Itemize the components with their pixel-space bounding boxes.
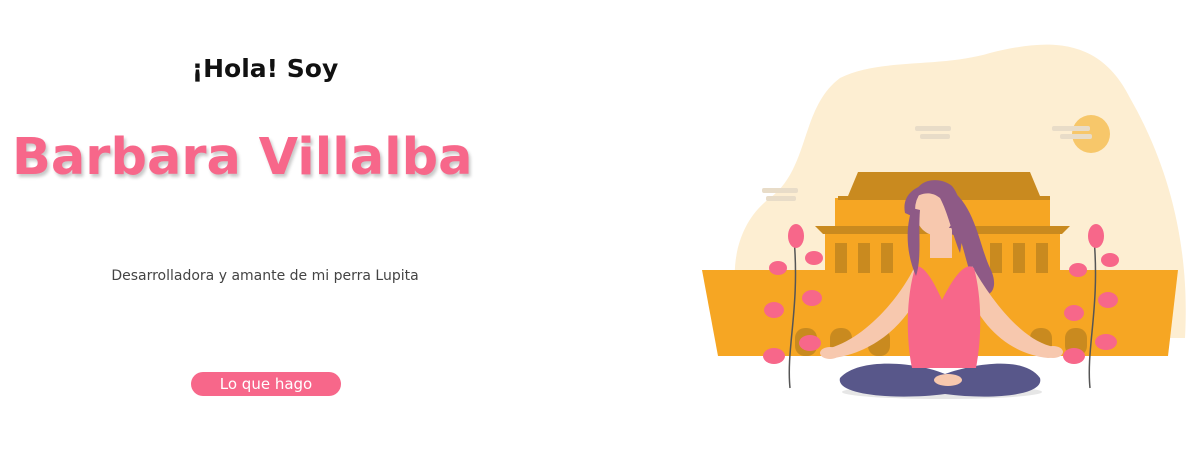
hero-name: Barbara Villalba [12, 128, 473, 187]
meditation-illustration [690, 38, 1190, 408]
greeting-text: ¡Hola! Soy [191, 54, 339, 83]
hero-intro: ¡Hola! Soy Barbara Villalba Desarrollado… [0, 0, 530, 452]
hero-tagline: Desarrolladora y amante de mi perra Lupi… [111, 268, 419, 284]
what-i-do-button[interactable]: Lo que hago [191, 372, 341, 396]
woman-meditating-temple-illustration [702, 44, 1186, 399]
